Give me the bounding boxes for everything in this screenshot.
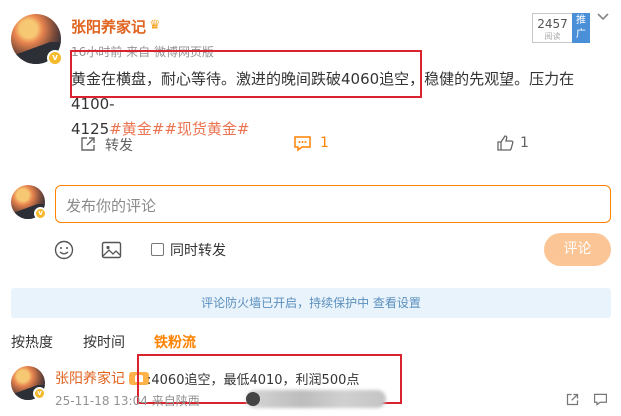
like-count[interactable]: 1 bbox=[520, 135, 529, 151]
post-author-name[interactable]: 张阳养家记 bbox=[71, 16, 146, 37]
tab-sort-hot[interactable]: 按热度 bbox=[11, 332, 53, 352]
comment-time: 25-11-18 13:04 bbox=[55, 394, 148, 408]
forward-checkbox-label[interactable]: 同时转发 bbox=[170, 240, 226, 260]
tab-sort-time[interactable]: 按时间 bbox=[83, 332, 125, 352]
forward-button[interactable]: 转发 bbox=[105, 135, 133, 155]
comment-forward-icon[interactable] bbox=[565, 392, 580, 407]
submit-comment-button[interactable]: 评论 bbox=[544, 233, 611, 266]
like-icon[interactable] bbox=[496, 134, 514, 152]
commenter-verified-badge-icon: v bbox=[33, 387, 46, 400]
forward-icon[interactable] bbox=[79, 135, 97, 153]
my-verified-badge-icon: v bbox=[34, 207, 47, 220]
comment-author-name[interactable]: 张阳养家记 bbox=[55, 371, 125, 387]
blurred-avatar bbox=[246, 392, 260, 406]
promote-button[interactable]: 推广 bbox=[572, 13, 590, 43]
comment-location: 来自陕西 bbox=[151, 394, 200, 408]
tab-sort-fans[interactable]: 铁粉流 bbox=[154, 332, 196, 352]
comment-meta: 25-11-18 13:04 来自陕西 bbox=[55, 392, 200, 409]
read-count: 2457 bbox=[537, 17, 568, 31]
comment-count[interactable]: 1 bbox=[320, 135, 329, 151]
crown-icon: ♛ bbox=[149, 18, 161, 33]
emoji-icon[interactable] bbox=[54, 240, 74, 260]
chevron-down-icon[interactable] bbox=[596, 11, 610, 23]
comment-reply-icon[interactable] bbox=[593, 392, 608, 407]
image-icon[interactable] bbox=[101, 240, 122, 260]
comment-firewall-notice[interactable]: 评论防火墙已开启，持续保护中 查看设置 bbox=[11, 288, 611, 318]
comment-author-row: 张阳养家记 bbox=[55, 368, 149, 388]
comment-input[interactable]: 发布你的评论 bbox=[55, 185, 611, 223]
annotation-box-post bbox=[70, 50, 422, 98]
read-label: 阅读 bbox=[544, 32, 561, 41]
comment-icon[interactable] bbox=[293, 135, 312, 152]
hashtag-spot-gold[interactable]: #现货黄金# bbox=[164, 120, 249, 138]
post-text-line2: 4125#黄金##现货黄金# bbox=[71, 117, 616, 142]
blurred-username bbox=[246, 390, 386, 408]
verified-badge-icon: v bbox=[47, 50, 63, 66]
read-count-badge: 2457 阅读 推广 bbox=[532, 13, 590, 43]
forward-checkbox[interactable] bbox=[151, 243, 164, 256]
